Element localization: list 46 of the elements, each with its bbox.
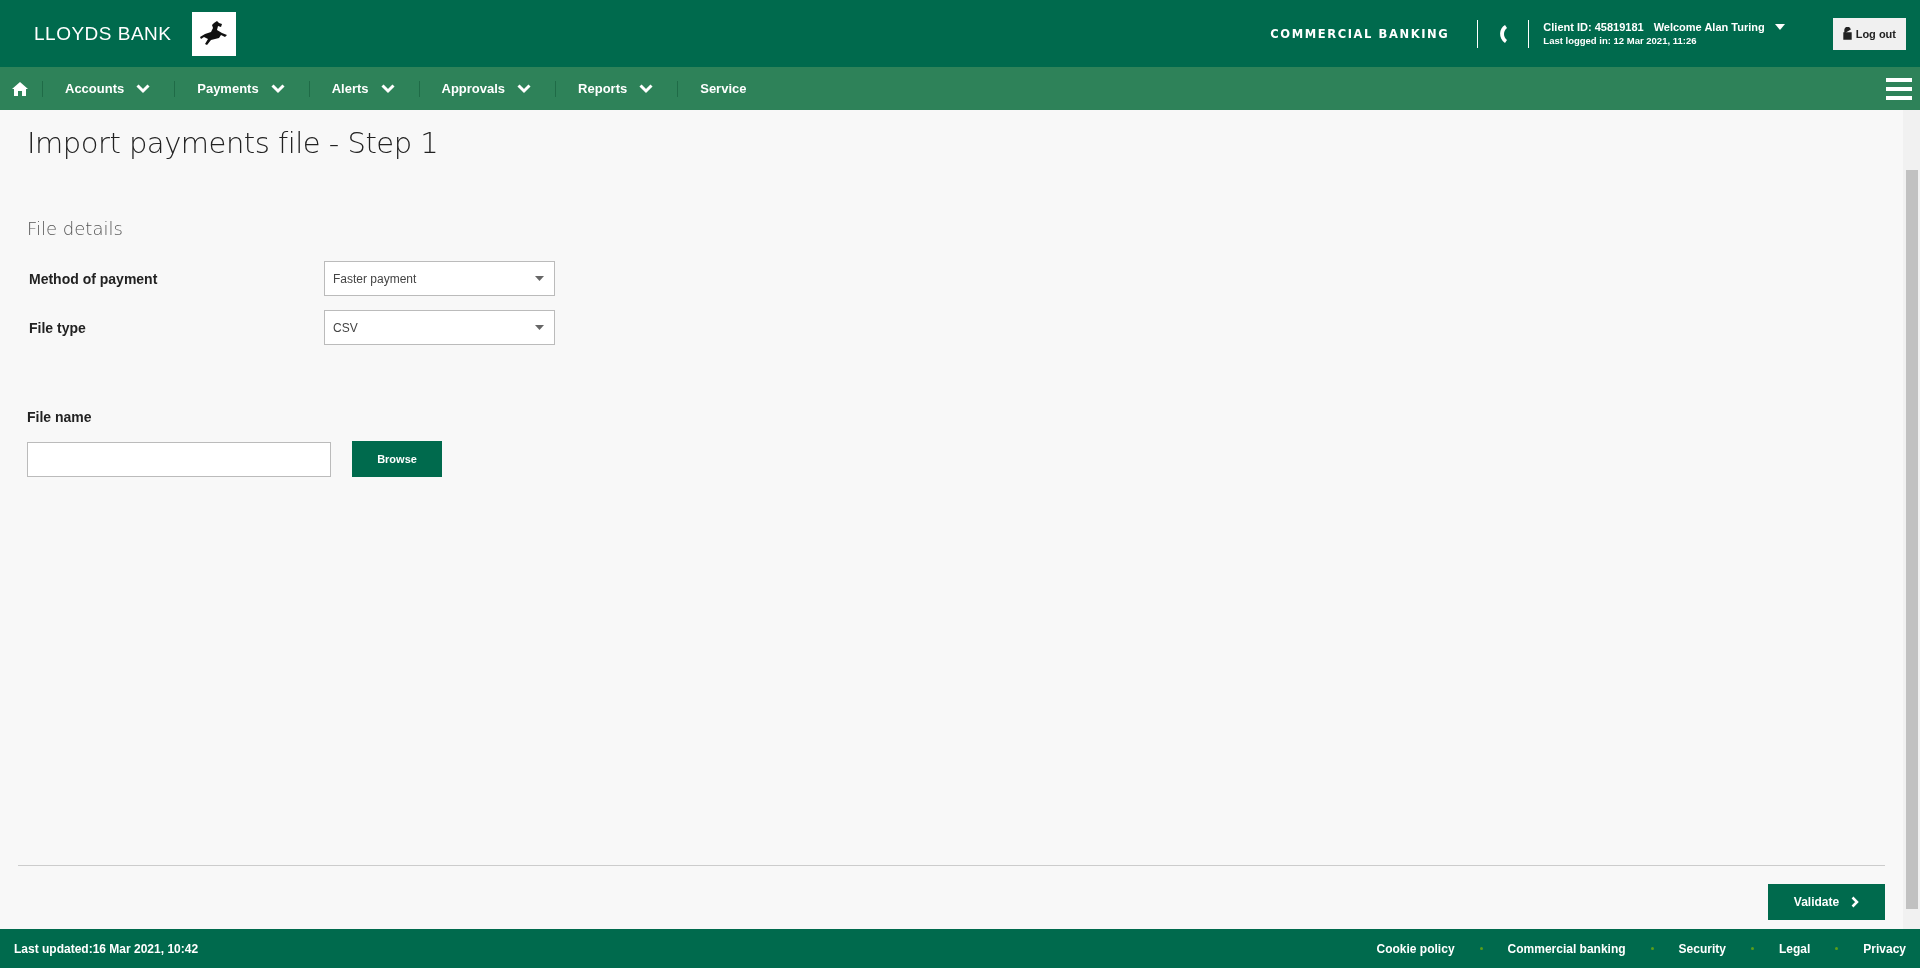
nav-menu-item[interactable]: Approvals — [419, 81, 556, 96]
nav-menu-item[interactable]: Reports — [556, 81, 678, 96]
separator-dot — [1479, 947, 1483, 950]
chevron-down-icon — [380, 83, 395, 94]
separator-dot — [1835, 947, 1839, 950]
validate-button[interactable]: Validate — [1768, 884, 1885, 920]
chevron-down-icon — [639, 83, 654, 94]
last-logged-in: Last logged in: 12 Mar 2021, 11:26 — [1543, 35, 1698, 46]
section-heading: File details — [27, 218, 124, 239]
padlock-icon — [1842, 27, 1852, 40]
browse-button[interactable]: Browse — [352, 441, 442, 477]
caret-icon[interactable] — [1774, 24, 1785, 30]
dropdown-field[interactable]: Faster payment — [324, 261, 555, 296]
horse-logo — [191, 11, 236, 56]
menu-icon[interactable] — [1886, 77, 1912, 100]
caret-icon — [535, 276, 544, 281]
footer-link[interactable]: Privacy — [1863, 941, 1906, 956]
field-label: File name — [27, 409, 93, 425]
nav-menu-item[interactable]: Service — [678, 81, 771, 96]
footer-link[interactable]: Security — [1678, 941, 1726, 956]
logout-button[interactable]: Log out — [1832, 17, 1906, 50]
last-updated: Last updated:16 Mar 2021, 10:42 — [14, 941, 199, 956]
chevron-down-icon — [517, 83, 532, 94]
welcome-text: Welcome Alan Turing — [1653, 21, 1765, 33]
nav-menu-item[interactable]: Alerts — [309, 81, 419, 96]
footer-link[interactable]: Cookie policy — [1376, 941, 1455, 956]
scrollbar[interactable] — [1903, 110, 1920, 929]
nav-menu-item[interactable]: Accounts — [43, 81, 175, 96]
separator-dot — [1650, 947, 1654, 950]
nav-menu-item[interactable]: Payments — [175, 81, 309, 96]
caret-icon — [535, 325, 544, 330]
chevron-right-icon — [1851, 896, 1860, 908]
page-title: Import payments file - Step 1 — [27, 126, 440, 160]
chevron-down-icon — [270, 83, 285, 94]
home-icon[interactable] — [12, 81, 28, 96]
dropdown-field[interactable]: CSV — [324, 310, 555, 345]
client-id: Client ID: 45819181 — [1543, 21, 1644, 33]
chevron-down-icon — [136, 83, 151, 94]
separator-dot — [1750, 947, 1754, 950]
segment-label: COMMERCIAL BANKING — [1270, 26, 1450, 41]
field-label: Method of payment — [28, 270, 159, 287]
field-label: File type — [28, 319, 87, 336]
brand-name: LLOYDS BANK — [34, 22, 172, 45]
file-name-field[interactable] — [27, 441, 331, 477]
footer-link[interactable]: Legal — [1778, 941, 1811, 956]
footer-link[interactable]: Commercial banking — [1507, 941, 1626, 956]
